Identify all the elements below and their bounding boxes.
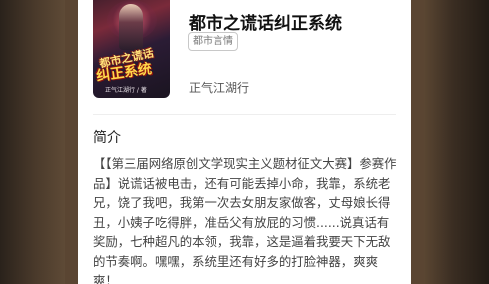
right-background-panel xyxy=(424,0,489,284)
cover-figure xyxy=(119,4,143,50)
book-author[interactable]: 正气江湖行 xyxy=(189,79,249,96)
intro-text: 【【第三届网络原创文学现实主义题材征文大赛】参赛作品】说谎话被电击，还有可能丢掉… xyxy=(93,156,397,284)
cover-author: 正气江湖行 / 著 xyxy=(105,87,147,94)
book-title: 都市之谎话纠正系统 xyxy=(189,14,342,34)
left-background-panel xyxy=(0,0,65,284)
section-divider xyxy=(93,114,396,115)
book-cover[interactable]: 都市之谎话 纠正系统 正气江湖行 / 著 xyxy=(93,0,170,98)
genre-tag[interactable]: 都市言情 xyxy=(188,32,238,51)
intro-heading: 简介 xyxy=(93,130,121,146)
book-detail-card: 都市之谎话 纠正系统 正气江湖行 / 著 都市之谎话纠正系统 都市言情 正气江湖… xyxy=(78,0,411,284)
